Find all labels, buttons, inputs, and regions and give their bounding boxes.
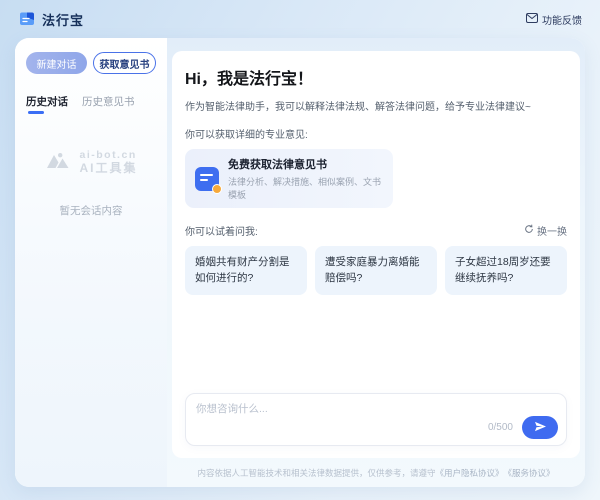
top-bar: 法行宝 功能反馈 xyxy=(0,0,600,38)
watermark-name: AI工具集 xyxy=(79,162,137,175)
brand: 法行宝 xyxy=(18,10,84,29)
disclaimer: 内容依据人工智能技术和相关法律数据提供，仅供参考，请遵守 《用户隐私协议》 《服… xyxy=(172,458,580,487)
suggested-question-3[interactable]: 子女超过18周岁还要继续抚养吗? xyxy=(445,246,567,295)
greeting-description: 作为智能法律助手，我可以解释法律法规、解答法律问题，给予专业法律建议~ xyxy=(185,98,567,113)
suggestions-header: 你可以试着问我: 换一换 xyxy=(185,223,567,238)
mail-icon xyxy=(526,13,538,26)
tab-history-chats[interactable]: 历史对话 xyxy=(26,94,68,114)
main-area: Hi，我是法行宝！ 作为智能法律助手，我可以解释法律法规、解答法律问题，给予专业… xyxy=(167,38,585,487)
feedback-label: 功能反馈 xyxy=(542,12,582,27)
refresh-suggestions-button[interactable]: 换一换 xyxy=(524,223,567,238)
sidebar: 新建对话 获取意见书 历史对话 历史意见书 ai-bot.cn AI工具集 暂无… xyxy=(15,38,167,487)
suggested-question-1[interactable]: 婚姻共有财产分割是如何进行的? xyxy=(185,246,307,295)
tab-history-opinions[interactable]: 历史意见书 xyxy=(82,94,135,114)
privacy-policy-link[interactable]: 《用户隐私协议》 xyxy=(435,467,503,479)
refresh-label: 换一换 xyxy=(537,223,567,238)
app-title: 法行宝 xyxy=(42,10,84,29)
chat-input[interactable] xyxy=(196,401,448,421)
app-logo-icon xyxy=(18,11,36,27)
watermark-domain: ai-bot.cn xyxy=(79,150,137,162)
send-button[interactable] xyxy=(522,416,558,439)
feedback-button[interactable]: 功能反馈 xyxy=(526,12,582,27)
free-opinion-card[interactable]: 免费获取法律意见书 法律分析、解决措施、相似案例、文书模板 xyxy=(185,149,393,208)
content-card: Hi，我是法行宝！ 作为智能法律助手，我可以解释法律法规、解答法律问题，给予专业… xyxy=(172,51,580,458)
magnifier-badge-icon xyxy=(212,184,222,194)
new-chat-button[interactable]: 新建对话 xyxy=(26,52,87,74)
legal-document-icon xyxy=(195,167,219,191)
suggested-question-2[interactable]: 遭受家庭暴力离婚能赔偿吗? xyxy=(315,246,437,295)
opinion-section-label: 你可以获取详细的专业意见: xyxy=(185,126,567,141)
aibot-logo-icon xyxy=(44,148,74,177)
get-opinion-button[interactable]: 获取意见书 xyxy=(93,52,156,74)
greeting-title: Hi，我是法行宝！ xyxy=(185,65,567,89)
opinion-card-title: 免费获取法律意见书 xyxy=(228,156,383,172)
history-tabs: 历史对话 历史意见书 xyxy=(26,94,156,114)
disclaimer-text: 内容依据人工智能技术和相关法律数据提供，仅供参考，请遵守 xyxy=(197,467,435,479)
watermark: ai-bot.cn AI工具集 xyxy=(26,148,156,177)
service-agreement-link[interactable]: 《服务协议》 xyxy=(504,467,555,479)
empty-conversations-text: 暂无会话内容 xyxy=(26,203,156,218)
suggested-questions: 婚姻共有财产分割是如何进行的? 遭受家庭暴力离婚能赔偿吗? 子女超过18周岁还要… xyxy=(185,246,567,295)
message-composer: 0/500 xyxy=(185,393,567,446)
send-icon xyxy=(534,420,547,435)
app-window: 新建对话 获取意见书 历史对话 历史意见书 ai-bot.cn AI工具集 暂无… xyxy=(15,38,585,487)
suggestions-label: 你可以试着问我: xyxy=(185,223,258,238)
char-counter: 0/500 xyxy=(488,422,513,433)
refresh-icon xyxy=(524,224,534,237)
opinion-card-subtitle: 法律分析、解决措施、相似案例、文书模板 xyxy=(228,175,383,201)
